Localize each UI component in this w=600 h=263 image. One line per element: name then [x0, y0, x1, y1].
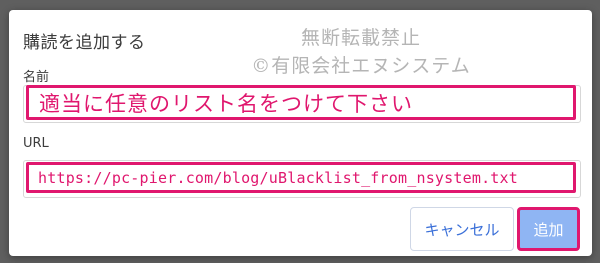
watermark-line-1: 無断転載禁止 [300, 27, 421, 49]
dialog-title: 購読を追加する [23, 33, 146, 53]
name-label: 名前 [23, 70, 50, 85]
cancel-button[interactable]: キャンセル [410, 207, 514, 251]
copyright-watermark: 無断転載禁止 ©有限会社エヌシステム [241, 24, 481, 80]
add-button[interactable]: 追加 [517, 207, 580, 251]
name-input-value[interactable]: 適当に任意のリスト名をつけて下さい [26, 85, 576, 120]
url-label: URL [23, 136, 49, 151]
watermark-line-2: ©有限会社エヌシステム [251, 55, 471, 77]
screen-backdrop: 購読を追加する 無断転載禁止 ©有限会社エヌシステム 名前 適当に任意のリスト名… [0, 0, 600, 263]
add-subscription-dialog: 購読を追加する 無断転載禁止 ©有限会社エヌシステム 名前 適当に任意のリスト名… [9, 10, 592, 256]
url-input-value[interactable]: https://pc-pier.com/blog/uBlacklist_from… [26, 162, 576, 193]
